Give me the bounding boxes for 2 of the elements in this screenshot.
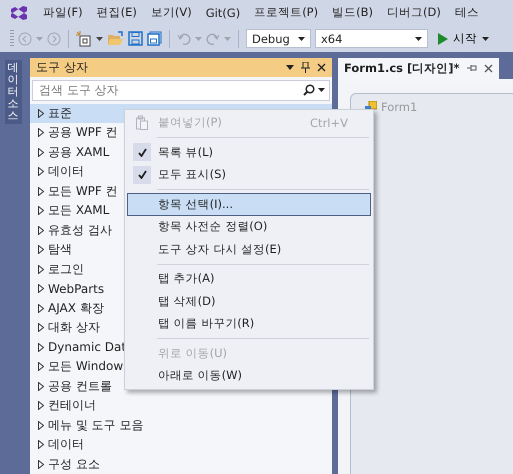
panel-title: 도구 상자 — [36, 58, 89, 76]
form-title: Form1 — [381, 100, 418, 114]
